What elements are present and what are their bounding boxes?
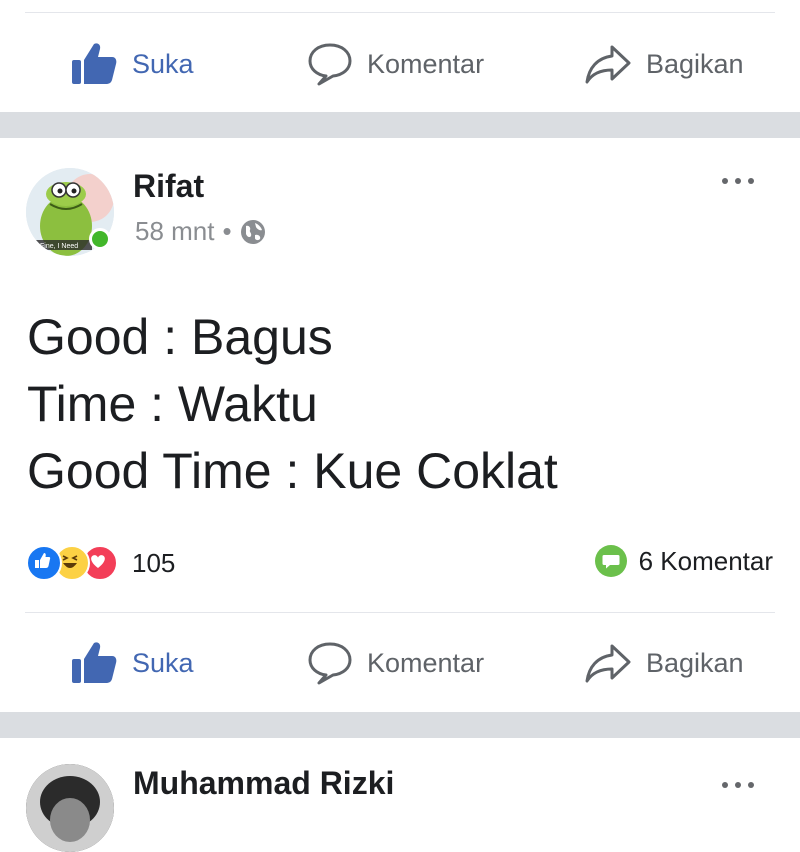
comment-bubble-icon (308, 43, 352, 86)
like-button[interactable]: Suka (70, 633, 194, 693)
comments-count-label: 6 Komentar (638, 545, 773, 576)
post-author-name[interactable]: Muhammad Rizki (133, 765, 394, 802)
globe-icon (240, 219, 265, 244)
more-dot (722, 178, 728, 184)
comment-count-icon (594, 545, 627, 577)
share-arrow-icon (585, 644, 631, 683)
divider (25, 612, 775, 613)
feed-separator (0, 712, 800, 738)
post-meta: 58 mnt • (135, 216, 266, 247)
more-dot (735, 782, 741, 788)
thumbs-up-icon (72, 43, 117, 84)
share-button[interactable]: Bagikan (584, 633, 744, 693)
previous-post-action-bar: Suka Komentar Bagikan (0, 34, 800, 94)
divider (25, 12, 775, 13)
like-reaction-icon (26, 545, 62, 581)
share-label: Bagikan (646, 48, 744, 79)
more-options-button[interactable] (722, 178, 754, 184)
post-line: Time : Waktu (27, 376, 318, 432)
comments-count-link[interactable]: 6 Komentar (594, 545, 773, 577)
share-button[interactable]: Bagikan (584, 34, 744, 94)
like-label: Suka (132, 647, 194, 678)
previous-post-card: Suka Komentar Bagikan (0, 0, 800, 112)
comment-label: Komentar (367, 48, 485, 79)
more-options-button[interactable] (722, 782, 754, 788)
more-dot (748, 178, 754, 184)
avatar-caption: Fine, I Need (40, 243, 78, 250)
feed-separator (0, 112, 800, 138)
profile-photo (26, 764, 114, 852)
more-dot (748, 782, 754, 788)
like-button[interactable]: Suka (70, 34, 194, 94)
online-status-indicator (89, 228, 111, 250)
post-line: Good : Bagus (27, 309, 333, 365)
thumbs-up-icon (72, 642, 117, 683)
comment-button[interactable]: Komentar (307, 34, 484, 94)
more-dot (722, 782, 728, 788)
next-post-card (0, 738, 800, 800)
post-line: Good Time : Kue Coklat (27, 443, 558, 499)
share-label: Bagikan (646, 647, 744, 678)
avatar[interactable] (26, 764, 114, 852)
post-author-name[interactable]: Rifat (133, 168, 204, 205)
meta-separator: • (222, 216, 232, 246)
post-timestamp[interactable]: 58 mnt (135, 216, 215, 247)
share-arrow-icon (585, 45, 631, 84)
comment-label: Komentar (367, 647, 485, 678)
reaction-count: 105 (132, 547, 176, 578)
more-dot (735, 178, 741, 184)
reactions-summary[interactable]: 105 (26, 545, 175, 581)
like-label: Suka (132, 48, 194, 79)
post-text: Good : Bagus Time : Waktu Good Time : Ku… (27, 304, 558, 505)
post-action-bar: Suka Komentar Bagikan (0, 633, 800, 693)
comment-bubble-icon (308, 642, 352, 685)
comment-button[interactable]: Komentar (307, 633, 484, 693)
